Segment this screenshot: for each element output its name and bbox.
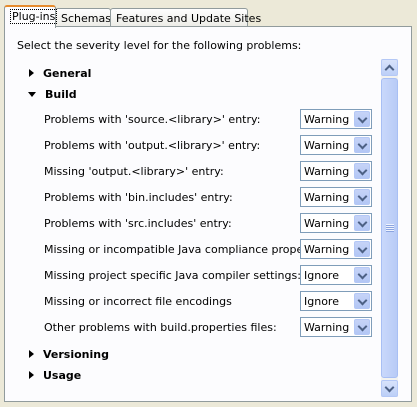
- section-build[interactable]: Build: [17, 85, 77, 103]
- severity-dropdown-value: Warning: [304, 217, 350, 230]
- severity-dropdown[interactable]: Ignore: [300, 291, 372, 311]
- intro-text: Select the severity level for the follow…: [17, 39, 302, 52]
- severity-dropdown-value: Warning: [304, 139, 350, 152]
- severity-row-label: Missing or incorrect file encodings: [44, 295, 232, 308]
- severity-row-label: Problems with 'bin.includes' entry:: [44, 191, 233, 204]
- scrollbar-thumb[interactable]: [381, 78, 398, 378]
- severity-dropdown[interactable]: Warning: [300, 161, 372, 181]
- severity-dropdown[interactable]: Warning: [300, 109, 372, 129]
- dropdown-button[interactable]: [354, 163, 370, 179]
- section-general-label: General: [43, 66, 92, 80]
- problems-scroll-area: General Build Problems with 'source.<lib…: [17, 59, 401, 397]
- vertical-scrollbar[interactable]: [381, 59, 398, 397]
- dropdown-button[interactable]: [354, 215, 370, 231]
- dropdown-button[interactable]: [354, 293, 370, 309]
- chevron-down-icon: [357, 321, 368, 332]
- dropdown-button[interactable]: [354, 267, 370, 283]
- severity-row: Missing or incorrect file encodings Igno…: [44, 291, 388, 313]
- severity-dropdown-value: Warning: [304, 165, 350, 178]
- tab-plug-ins-label: Plug-ins: [10, 9, 58, 24]
- severity-row: Missing 'output.<library>' entry: Warnin…: [44, 161, 388, 183]
- severity-dropdown-value: Ignore: [304, 295, 339, 308]
- severity-dropdown[interactable]: Warning: [300, 317, 372, 337]
- severity-row: Missing or incompatible Java compliance …: [44, 239, 388, 261]
- section-usage-label: Usage: [43, 368, 82, 382]
- dropdown-button[interactable]: [354, 189, 370, 205]
- dropdown-button[interactable]: [354, 319, 370, 335]
- dropdown-button[interactable]: [354, 241, 370, 257]
- severity-row-label: Missing project specific Java compiler s…: [44, 269, 301, 282]
- severity-dropdown-value: Warning: [304, 191, 350, 204]
- severity-row: Missing project specific Java compiler s…: [44, 265, 388, 287]
- severity-dropdown[interactable]: Ignore: [300, 265, 372, 285]
- expand-arrow-icon[interactable]: [29, 350, 34, 358]
- severity-dropdown[interactable]: Warning: [300, 187, 372, 207]
- tab-schemas-label: Schemas: [61, 12, 111, 25]
- severity-row: Other problems with build.properties fil…: [44, 317, 388, 339]
- chevron-up-icon: [384, 64, 395, 75]
- severity-row: Problems with 'source.<library>' entry: …: [44, 109, 388, 131]
- severity-dropdown[interactable]: Warning: [300, 135, 372, 155]
- severity-row-label: Problems with 'output.<library>' entry:: [44, 139, 261, 152]
- severity-dropdown-value: Warning: [304, 321, 350, 334]
- severity-row-label: Problems with 'src.includes' entry:: [44, 217, 232, 230]
- severity-dropdown-value: Warning: [304, 243, 350, 256]
- collapse-arrow-icon[interactable]: [28, 91, 36, 97]
- severity-row-label: Other problems with build.properties fil…: [44, 321, 277, 334]
- scroll-down-button[interactable]: [381, 380, 398, 397]
- severity-row-label: Missing or incompatible Java compliance …: [44, 243, 332, 256]
- chevron-down-icon: [357, 243, 368, 254]
- severity-row: Problems with 'output.<library>' entry: …: [44, 135, 388, 157]
- dropdown-button[interactable]: [354, 137, 370, 153]
- section-versioning-label: Versioning: [43, 347, 109, 361]
- section-usage[interactable]: Usage: [17, 366, 81, 384]
- expand-arrow-icon[interactable]: [29, 69, 34, 77]
- tab-schemas[interactable]: Schemas: [55, 8, 111, 27]
- chevron-down-icon: [357, 113, 368, 124]
- grip-icon: [386, 224, 394, 232]
- chevron-down-icon: [357, 295, 368, 306]
- chevron-down-icon: [357, 217, 368, 228]
- scroll-up-button[interactable]: [381, 59, 398, 76]
- tab-plug-ins[interactable]: Plug-ins: [4, 5, 58, 28]
- severity-dropdown[interactable]: Warning: [300, 239, 372, 259]
- chevron-down-icon: [357, 139, 368, 150]
- plug-ins-panel: Select the severity level for the follow…: [4, 26, 412, 402]
- chevron-down-icon: [384, 382, 395, 393]
- chevron-down-icon: [357, 191, 368, 202]
- dropdown-button[interactable]: [354, 111, 370, 127]
- severity-dropdown[interactable]: Warning: [300, 213, 372, 233]
- tab-features-and-update-sites[interactable]: Features and Update Sites: [110, 8, 261, 27]
- severity-dropdown-value: Warning: [304, 113, 350, 126]
- severity-dropdown-value: Ignore: [304, 269, 339, 282]
- severity-row-label: Missing 'output.<library>' entry:: [44, 165, 224, 178]
- section-versioning[interactable]: Versioning: [17, 345, 109, 363]
- section-general[interactable]: General: [17, 64, 91, 82]
- chevron-down-icon: [357, 165, 368, 176]
- severity-row-label: Problems with 'source.<library>' entry:: [44, 113, 261, 126]
- severity-row: Problems with 'bin.includes' entry: Warn…: [44, 187, 388, 209]
- severity-row: Problems with 'src.includes' entry: Warn…: [44, 213, 388, 235]
- chevron-down-icon: [357, 269, 368, 280]
- expand-arrow-icon[interactable]: [29, 371, 34, 379]
- tab-features-label: Features and Update Sites: [116, 12, 262, 25]
- section-build-label: Build: [45, 87, 77, 101]
